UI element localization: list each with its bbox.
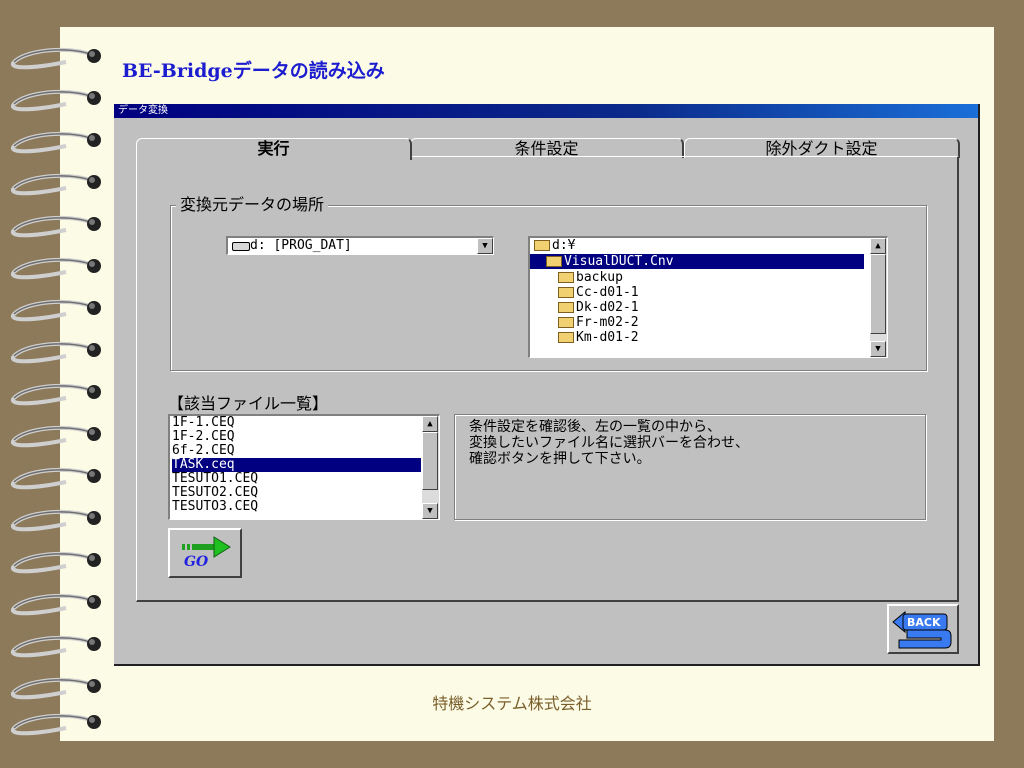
svg-text:GO: GO [184,554,209,570]
instruction-box: 条件設定を確認後、左の一覧の中から、 変換したいファイル名に選択バーを合わせ、 … [454,414,926,520]
folder-item[interactable]: Fr-m02-2 [558,315,639,330]
folder-item[interactable]: Km-d01-2 [558,330,639,345]
binding-ring [6,376,106,416]
slide-title: BE-Bridgeデータの読み込み [122,60,385,82]
folder-item-selected[interactable]: VisualDUCT.Cnv [530,254,864,269]
binding-ring [6,124,106,164]
footer-company: 特機システム株式会社 [432,694,592,713]
binding-ring [6,292,106,332]
binding-ring [6,250,106,290]
file-item[interactable]: 1F-1.CEQ [172,416,421,430]
folder-scrollbar[interactable]: ▲ ▼ [870,238,887,357]
file-list-label: 【該当ファイル一覧】 [168,394,329,413]
binding-ring [6,166,106,206]
instruction-line: 確認ボタンを押して下さい。 [469,451,651,467]
binding-ring [6,586,106,626]
go-arrow-icon: GO [182,536,231,570]
back-arrow-icon: BACK [892,610,952,649]
binding-ring [6,460,106,500]
drive-select[interactable]: d: [PROG_DAT] ▼ [226,236,494,255]
scroll-thumb[interactable] [870,254,886,334]
file-item[interactable]: TESUTO3.CEQ [172,500,421,514]
folder-item-root[interactable]: d:¥ [534,238,575,253]
binding-ring [6,544,106,584]
window-titlebar: データ変換 [114,104,978,118]
folder-item[interactable]: Dk-d02-1 [558,300,639,315]
drive-icon [232,242,250,251]
data-conversion-window: データ変換 実行 条件設定 除外ダクト設定 変換元データの場所 d: [PROG… [114,104,980,666]
instruction-line: 条件設定を確認後、左の一覧の中から、 [469,419,721,435]
folder-icon [558,287,574,298]
folder-icon [558,317,574,328]
binding-ring [6,208,106,248]
file-item-selected[interactable]: TASK.ceq [172,458,421,472]
file-item[interactable]: 1F-2.CEQ [172,430,421,444]
open-folder-icon [534,240,550,251]
folder-icon [558,272,574,283]
scroll-up-icon[interactable]: ▲ [422,416,438,432]
open-folder-icon [546,256,562,267]
binding-ring [6,82,106,122]
scroll-down-icon[interactable]: ▼ [870,341,886,357]
file-item[interactable]: TESUTO1.CEQ [172,472,421,486]
go-button[interactable]: GO [168,528,242,578]
back-button[interactable]: BACK [887,604,959,654]
scroll-down-icon[interactable]: ▼ [422,503,438,519]
drive-value: d: [PROG_DAT] [250,238,352,253]
file-item[interactable]: TESUTO2.CEQ [172,486,421,500]
chevron-down-icon[interactable]: ▼ [477,238,493,254]
source-location-label: 変換元データの場所 [176,196,329,214]
instruction-line: 変換したいファイル名に選択バーを合わせ、 [469,435,749,451]
file-list[interactable]: 1F-1.CEQ 1F-2.CEQ 6f-2.CEQ TASK.ceq TESU… [168,414,440,520]
svg-text:BACK: BACK [907,616,941,629]
file-item[interactable]: 6f-2.CEQ [172,444,421,458]
tab-exclude-duct-settings[interactable]: 除外ダクト設定 [684,138,960,158]
binding-ring [6,40,106,80]
folder-icon [558,332,574,343]
tab-condition-settings[interactable]: 条件設定 [410,138,684,158]
tab-execute[interactable]: 実行 [136,138,412,160]
folder-item[interactable]: backup [558,270,623,285]
folder-list[interactable]: d:¥ VisualDUCT.Cnv backup Cc-d01-1 Dk-d0… [528,236,888,358]
scroll-up-icon[interactable]: ▲ [870,238,886,254]
folder-item[interactable]: Cc-d01-1 [558,285,639,300]
scroll-thumb[interactable] [422,432,438,490]
binding-ring [6,418,106,458]
binding-ring [6,334,106,374]
folder-icon [558,302,574,313]
file-scrollbar[interactable]: ▲ ▼ [422,416,439,519]
binding-ring [6,628,106,668]
binding-ring [6,502,106,542]
